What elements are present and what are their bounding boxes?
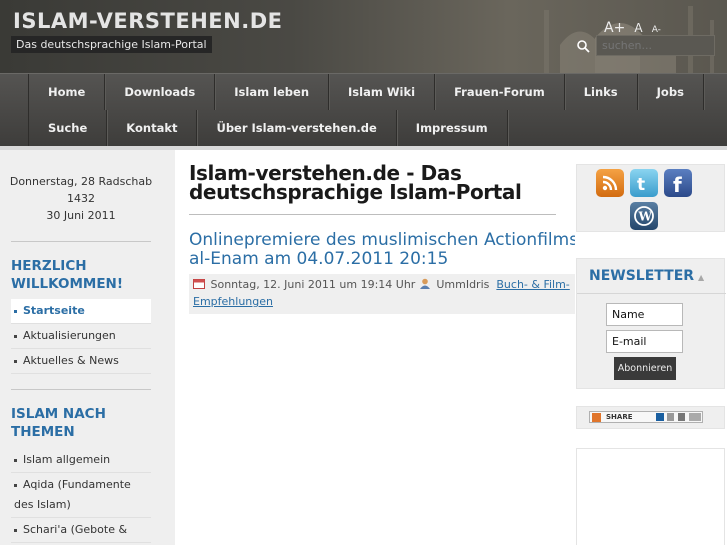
right-sidebar: t f W NEWSLETTER ▲ Abonnieren bbox=[575, 150, 727, 545]
newsletter-email-field[interactable] bbox=[606, 330, 683, 353]
welcome-menu: Startseite Aktualisierungen Aktuelles & … bbox=[11, 299, 151, 374]
site-header: ISLAM-VERSTEHEN.DE Das deutschsprachige … bbox=[0, 0, 727, 73]
page-title: Islam-verstehen.de - Das deutschsprachig… bbox=[189, 161, 522, 204]
nav-row-2: Suche Kontakt Über Islam-verstehen.de Im… bbox=[28, 110, 508, 146]
facebook-icon[interactable]: f bbox=[664, 169, 692, 197]
left-sidebar: Donnerstag, 28 Radschab 1432 30 Juni 201… bbox=[0, 150, 175, 545]
twitter-icon[interactable]: t bbox=[630, 169, 658, 197]
search-icon[interactable] bbox=[576, 39, 590, 53]
search-input[interactable] bbox=[596, 35, 715, 56]
nav-suche[interactable]: Suche bbox=[28, 110, 108, 146]
nav-ueber[interactable]: Über Islam-verstehen.de bbox=[197, 110, 397, 146]
nav-downloads[interactable]: Downloads bbox=[105, 74, 216, 110]
bullet-icon bbox=[14, 359, 17, 363]
font-size-controls: A+ A A- bbox=[604, 17, 665, 36]
sidebar-item-scharia[interactable]: Schari'a (Gebote & bbox=[11, 518, 151, 543]
sidebar-item-label: Aktuelles & News bbox=[23, 354, 119, 367]
svg-text:t: t bbox=[637, 175, 645, 195]
sidebar-item-aktualisierungen[interactable]: Aktualisierungen bbox=[11, 324, 151, 349]
font-decrease-button[interactable]: A- bbox=[652, 25, 661, 35]
nav-home[interactable]: Home bbox=[28, 74, 106, 110]
title-divider bbox=[189, 214, 556, 215]
share-service-icons bbox=[656, 413, 701, 421]
article-meta: Sonntag, 12. Juni 2011 um 19:14 Uhr UmmI… bbox=[189, 274, 575, 314]
nav-kontakt[interactable]: Kontakt bbox=[107, 110, 198, 146]
main-navigation: Home Downloads Islam leben Islam Wiki Fr… bbox=[0, 73, 727, 184]
newsletter-subscribe-button[interactable]: Abonnieren bbox=[614, 357, 676, 380]
share-label: SHARE bbox=[606, 413, 633, 421]
nav-islam-leben[interactable]: Islam leben bbox=[215, 74, 330, 110]
sidebar-item-aktuelles-news[interactable]: Aktuelles & News bbox=[11, 349, 151, 374]
sidebar-item-startseite[interactable]: Startseite bbox=[11, 299, 151, 324]
welcome-heading: HERZLICH WILLKOMMEN! bbox=[11, 258, 123, 292]
bullet-icon bbox=[14, 483, 17, 487]
sidebar-item-label: Aktualisierungen bbox=[23, 329, 116, 342]
topics-heading: ISLAM NACH THEMEN bbox=[11, 406, 106, 440]
page: ISLAM-VERSTEHEN.DE Das deutschsprachige … bbox=[0, 0, 727, 545]
share-plus-icon bbox=[592, 413, 601, 422]
sidebar-item-aqida[interactable]: Aqida (Fundamente des Islam) bbox=[11, 473, 151, 518]
gregorian-date: 30 Juni 2011 bbox=[46, 209, 116, 222]
share-box: SHARE bbox=[576, 406, 725, 429]
sidebar-item-label: Islam allgemein bbox=[23, 453, 111, 466]
bullet-icon bbox=[14, 458, 17, 462]
sidebar-divider bbox=[11, 241, 151, 242]
newsletter-title: NEWSLETTER bbox=[589, 268, 695, 284]
sidebar-item-label: Startseite bbox=[23, 304, 85, 317]
sidebar-item-islam-allgemein[interactable]: Islam allgemein bbox=[11, 448, 151, 473]
site-tagline: Das deutschsprachige Islam-Portal bbox=[11, 36, 212, 53]
wordpress-icon[interactable]: W bbox=[630, 202, 658, 230]
calendar-icon bbox=[193, 279, 205, 289]
nav-jobs[interactable]: Jobs bbox=[638, 74, 704, 110]
hijri-date: Donnerstag, 28 Radschab bbox=[9, 175, 153, 188]
share-button[interactable]: SHARE bbox=[589, 411, 703, 423]
social-links-box: t f W bbox=[576, 164, 725, 232]
topics-menu: Islam allgemein Aqida (Fundamente des Is… bbox=[11, 448, 151, 543]
sidebar-divider bbox=[11, 389, 151, 390]
svg-text:W: W bbox=[638, 210, 653, 224]
nav-islam-wiki[interactable]: Islam Wiki bbox=[329, 74, 436, 110]
bullet-icon bbox=[14, 334, 17, 338]
newsletter-box: NEWSLETTER ▲ Abonnieren bbox=[576, 258, 726, 389]
sidebar-item-label: Aqida (Fundamente des Islam) bbox=[14, 478, 131, 511]
rss-icon[interactable] bbox=[596, 169, 624, 197]
site-title[interactable]: ISLAM-VERSTEHEN.DE bbox=[13, 9, 282, 33]
date-display: Donnerstag, 28 Radschab 1432 30 Juni 201… bbox=[0, 173, 162, 224]
nav-links[interactable]: Links bbox=[565, 74, 638, 110]
article-date: Sonntag, 12. Juni 2011 um 19:14 Uhr bbox=[210, 278, 416, 291]
newsletter-divider bbox=[577, 293, 726, 294]
collapse-arrow-icon[interactable]: ▲ bbox=[698, 273, 704, 282]
bullet-icon bbox=[14, 309, 17, 313]
article-author: UmmIdris bbox=[436, 278, 490, 291]
hijri-year: 1432 bbox=[67, 192, 95, 205]
font-increase-button[interactable]: A+ bbox=[604, 20, 625, 36]
nav-frauen-forum[interactable]: Frauen-Forum bbox=[435, 74, 565, 110]
nav-row-1: Home Downloads Islam leben Islam Wiki Fr… bbox=[28, 74, 704, 110]
sidebar-item-label: Schari'a (Gebote & bbox=[23, 523, 128, 536]
svg-text:f: f bbox=[673, 173, 682, 197]
nav-impressum[interactable]: Impressum bbox=[397, 110, 508, 146]
bullet-icon bbox=[14, 528, 17, 532]
main-content: Islam-verstehen.de - Das deutschsprachig… bbox=[175, 150, 632, 545]
font-reset-button[interactable]: A bbox=[634, 21, 642, 35]
newsletter-name-field[interactable] bbox=[606, 303, 683, 326]
widget-box bbox=[576, 448, 725, 545]
author-icon bbox=[419, 278, 430, 289]
